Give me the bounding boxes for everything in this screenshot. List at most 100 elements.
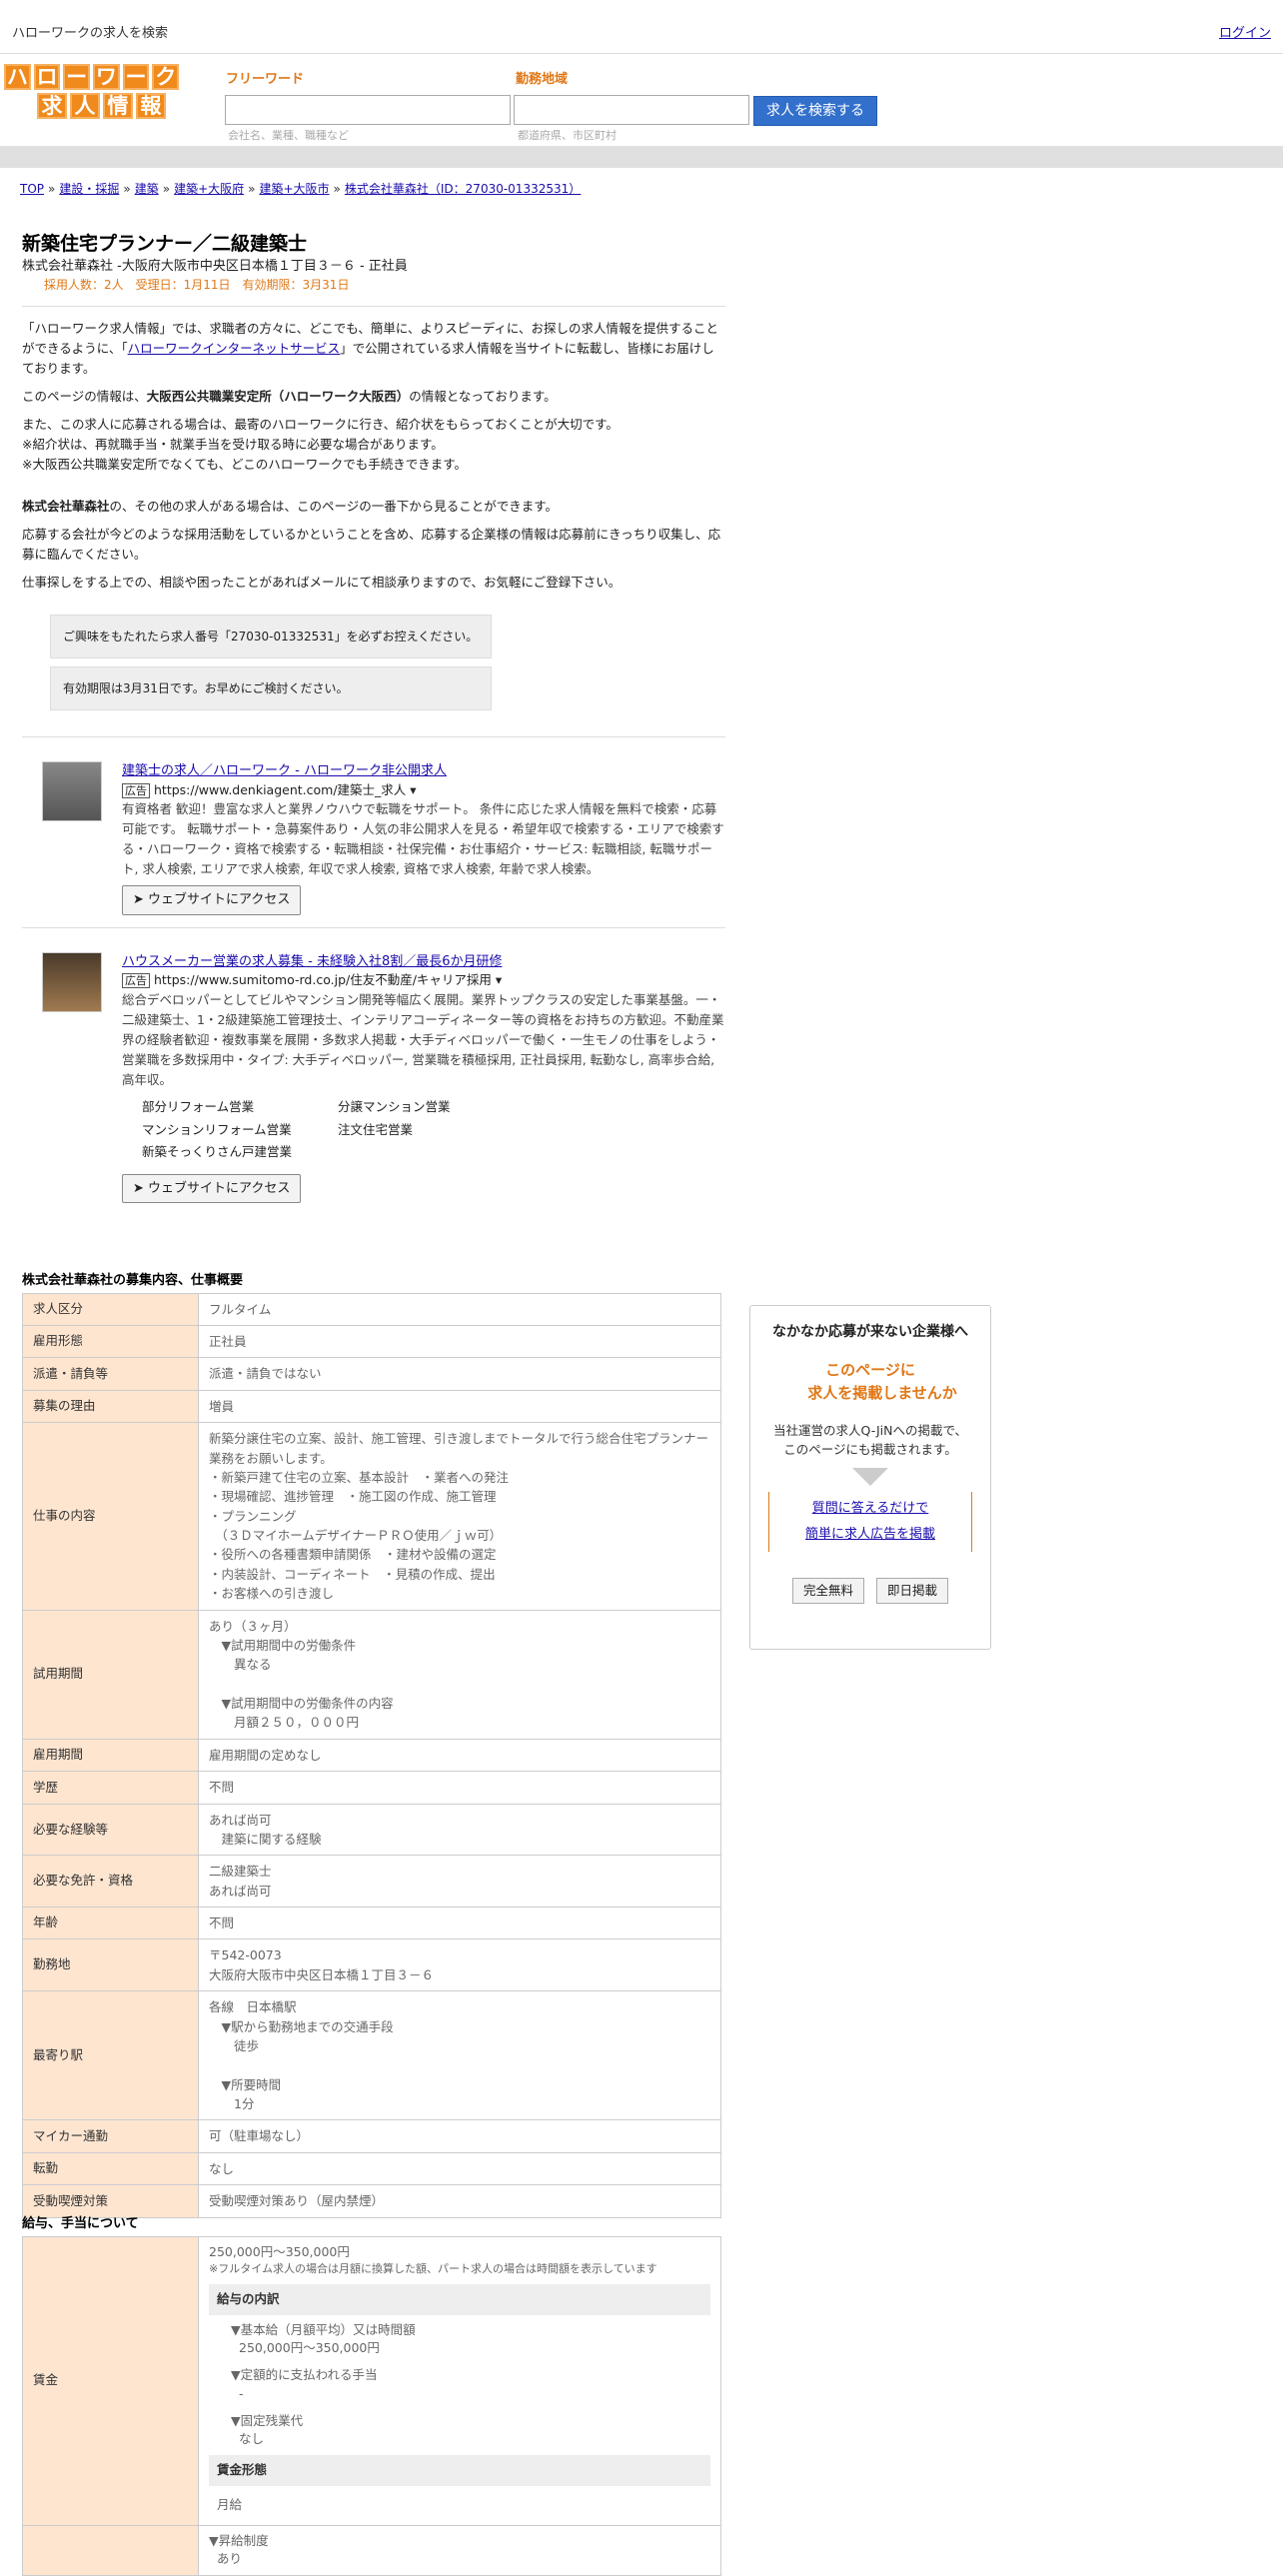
breadcrumb: TOP»建設・採掘»建築»建築+大阪府»建築+大阪市»株式会社華森社（ID：27… xyxy=(20,180,581,198)
row-value: なし xyxy=(199,2152,721,2184)
job-subtitle: 株式会社華森社 -大阪府大阪市中央区日本橋１丁目３－６ - 正社員 xyxy=(22,257,725,277)
logo-char: ロ xyxy=(34,64,61,90)
site-logo[interactable]: ハ ロ ー ワ ー ク 求 人 情 報 xyxy=(4,64,179,122)
ad-sitelinks: 部分リフォーム営業 分譲マンション営業 マンションリフォーム営業 注文住宅営業 … xyxy=(142,1096,725,1164)
promo-description: 当社運営の求人Q-JiNへの掲載で、このページにも掲載されます。 xyxy=(750,1422,990,1460)
ad-sitelink[interactable]: 注文住宅営業 xyxy=(338,1119,534,1142)
table-row: 最寄り駅各線 日本橋駅 ▼駅から勤務地までの交通手段 徒歩 ▼所要時間 1分 xyxy=(23,1991,721,2120)
row-label: 必要な免許・資格 xyxy=(23,1856,199,1908)
search-button[interactable]: 求人を検索する xyxy=(753,96,877,126)
row-value: 新築分譲住宅の立案、設計、施工管理、引き渡しまでトータルで行う総合住宅プランナー… xyxy=(199,1423,721,1610)
free-word-label: フリーワード xyxy=(226,70,304,90)
row-label: 試用期間 xyxy=(23,1610,199,1739)
job-number-note: ご興味をもたれたら求人番号「27030-01332531」を必ずお控えください。 xyxy=(50,615,492,658)
salary-table: 賃金 250,000円〜350,000円 ※フルタイム求人の場合は月額に換算した… xyxy=(22,2236,721,2576)
logo-row-2: 求 人 情 報 xyxy=(4,93,179,119)
deadline-note: 有効期限は3月31日です。お早めにご検討ください。 xyxy=(50,666,492,710)
table-row: 雇用期間雇用期間の定めなし xyxy=(23,1739,721,1771)
divider-band xyxy=(0,146,1283,168)
row-value: 〒542-0073 大阪府大阪市中央区日本橋１丁目３－６ xyxy=(199,1939,721,1991)
salary-value: 250,000円〜350,000円 ※フルタイム求人の場合は月額に換算した額、パ… xyxy=(199,2236,721,2525)
ad-badge: 広告 xyxy=(122,973,150,988)
raise-value: ▼昇給制度あり xyxy=(199,2525,721,2576)
row-label: 派遣・請負等 xyxy=(23,1358,199,1390)
area-hint: 都道府県、市区町村 xyxy=(518,128,617,145)
row-label: 募集の理由 xyxy=(23,1390,199,1422)
row-label: 仕事の内容 xyxy=(23,1423,199,1610)
row-value: 不問 xyxy=(199,1772,721,1804)
ad-url: 広告https://www.denkiagent.com/建築士_求人 ▾ xyxy=(122,781,725,800)
arrow-down-icon xyxy=(852,1468,888,1486)
promo-link-post-ad[interactable]: 簡単に求人広告を掲載 xyxy=(805,1527,935,1542)
salary-note: ※フルタイム求人の場合は月額に換算した額、パート求人の場合は時間額を表示していま… xyxy=(209,2261,710,2278)
salary-section: 給与、手当について 賃金 250,000円〜350,000円 ※フルタイム求人の… xyxy=(22,2214,725,2576)
ad-sitelink[interactable]: マンションリフォーム営業 xyxy=(142,1119,338,1142)
logo-char: ー xyxy=(123,64,150,90)
row-label: マイカー通勤 xyxy=(23,2120,199,2152)
visit-website-button[interactable]: ➤ ウェブサイトにアクセス xyxy=(122,1174,301,1204)
same-day-badge[interactable]: 即日掲載 xyxy=(876,1578,948,1605)
breadcrumb-company[interactable]: 株式会社華森社（ID：27030-01332531） xyxy=(345,182,581,196)
breadcrumb-city[interactable]: 建築+大阪市 xyxy=(259,182,329,196)
visit-website-button[interactable]: ➤ ウェブサイトにアクセス xyxy=(122,885,301,915)
login-link[interactable]: ログイン xyxy=(1219,24,1271,44)
logo-row-1: ハ ロ ー ワ ー ク xyxy=(4,64,179,90)
breakdown-item: ▼固定残業代なし xyxy=(209,2412,710,2450)
hellowork-link[interactable]: ハローワークインターネットサービス xyxy=(128,341,341,356)
intro-paragraph: 「ハローワーク求人情報」では、求職者の方々に、どこでも、簡単に、よりスピーディに… xyxy=(22,319,725,379)
ad-sitelink[interactable]: 新築そっくりさん戸建営業 xyxy=(142,1141,338,1164)
section-heading-overview: 株式会社華森社の募集内容、仕事概要 xyxy=(22,1271,725,1291)
breadcrumb-category[interactable]: 建設・採掘 xyxy=(59,182,119,196)
table-row: 学歴不問 xyxy=(23,1772,721,1804)
table-row: 求人区分フルタイム xyxy=(23,1293,721,1325)
table-row: 必要な経験等あれば尚可 建築に関する経験 xyxy=(23,1804,721,1856)
ad-thumbnail[interactable] xyxy=(42,952,102,1012)
ad-description: 総合デベロッパーとしてビルやマンション開発等幅広く展開。業界トップクラスの安定し… xyxy=(122,990,725,1090)
wage-form-value: 月給 xyxy=(209,2492,710,2519)
row-value: 各線 日本橋駅 ▼駅から勤務地までの交通手段 徒歩 ▼所要時間 1分 xyxy=(199,1991,721,2120)
promo-link-questions[interactable]: 質問に答えるだけで xyxy=(812,1501,929,1516)
free-badge[interactable]: 完全無料 xyxy=(792,1578,864,1605)
row-label: 雇用期間 xyxy=(23,1739,199,1771)
job-title: 新築住宅プランナー／二級建築士 xyxy=(22,232,725,257)
row-value: あれば尚可 建築に関する経験 xyxy=(199,1804,721,1856)
ad-sitelink[interactable]: 分譲マンション営業 xyxy=(338,1096,534,1119)
ad-title-link[interactable]: ハウスメーカー営業の求人募集 - 未経験入社8割／最長6か月研修 xyxy=(122,954,503,969)
logo-char: ハ xyxy=(4,64,31,90)
breadcrumb-occupation[interactable]: 建築 xyxy=(135,182,159,196)
job-details-table: 求人区分フルタイム雇用形態正社員派遣・請負等派遣・請負ではない募集の理由増員仕事… xyxy=(22,1293,721,2218)
ad-sitelink[interactable]: 部分リフォーム営業 xyxy=(142,1096,338,1119)
advice-paragraph: 応募する会社が今どのような採用活動をしているかということを含め、応募する企業様の… xyxy=(22,525,725,565)
salary-range: 250,000円〜350,000円 xyxy=(209,2243,710,2262)
logo-char: ー xyxy=(63,64,90,90)
other-jobs-paragraph: 株式会社華森社の、その他の求人がある場合は、このページの一番下から見ることができ… xyxy=(22,497,725,517)
top-bar: ハローワークの求人を検索 ログイン xyxy=(0,0,1283,54)
logo-char: 情 xyxy=(103,93,133,119)
row-label: 雇用形態 xyxy=(23,1326,199,1358)
wage-form-heading: 賃金形態 xyxy=(209,2455,710,2486)
row-value: 可（駐車場なし） xyxy=(199,2120,721,2152)
table-row: 雇用形態正社員 xyxy=(23,1326,721,1358)
row-label: 勤務地 xyxy=(23,1939,199,1991)
table-row: ▼昇給制度あり xyxy=(23,2525,721,2576)
table-row: 勤務地〒542-0073 大阪府大阪市中央区日本橋１丁目３－６ xyxy=(23,1939,721,1991)
table-row: 必要な免許・資格二級建築士 あれば尚可 xyxy=(23,1856,721,1908)
row-label: 最寄り駅 xyxy=(23,1991,199,2120)
ad-url: 広告https://www.sumitomo-rd.co.jp/住友不動産/キャ… xyxy=(122,971,725,990)
row-value: フルタイム xyxy=(199,1293,721,1325)
section-heading-salary: 給与、手当について xyxy=(22,2214,725,2234)
area-input[interactable] xyxy=(514,95,749,125)
free-word-hint: 会社名、業種、職種など xyxy=(228,128,349,145)
row-value: 正社員 xyxy=(199,1326,721,1358)
free-word-input[interactable] xyxy=(225,95,511,125)
divider xyxy=(22,306,725,307)
promo-offer: このページに求人を掲載しませんか xyxy=(750,1359,990,1404)
breadcrumb-top[interactable]: TOP xyxy=(20,182,44,196)
job-meta: 採用人数：2人 受理日：1月11日 有効期限：3月31日 xyxy=(22,276,725,294)
raise-label xyxy=(23,2525,199,2576)
ad-thumbnail[interactable] xyxy=(42,761,102,821)
ad-title-link[interactable]: 建築士の求人／ハローワーク - ハローワーク非公開求人 xyxy=(122,763,447,778)
breadcrumb-prefecture[interactable]: 建築+大阪府 xyxy=(174,182,244,196)
promo-links: 質問に答えるだけで 簡単に求人広告を掲載 xyxy=(768,1492,972,1552)
table-row: 転勤なし xyxy=(23,2152,721,2184)
